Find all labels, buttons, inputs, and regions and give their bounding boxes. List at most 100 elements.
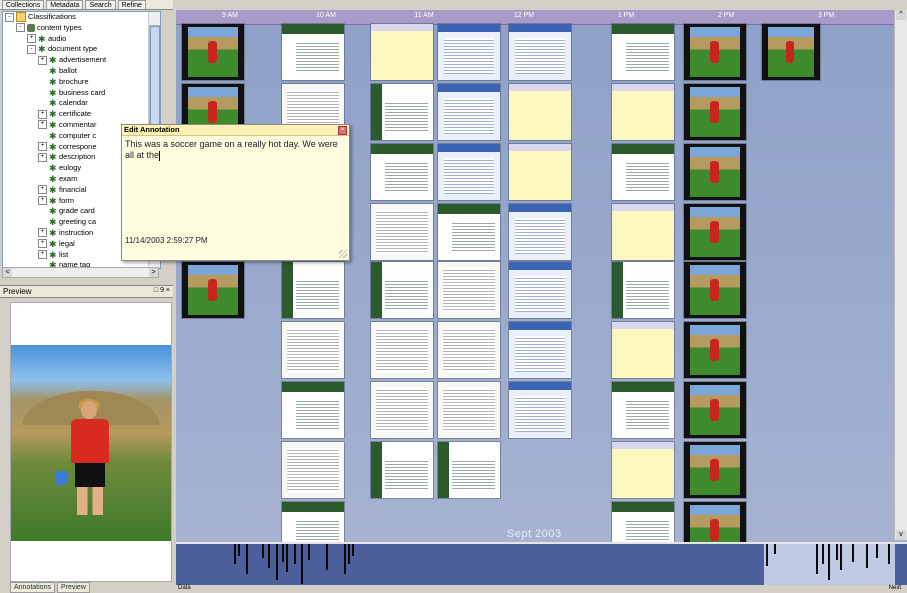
document-thumbnail[interactable]: [371, 24, 433, 80]
preview-window-controls[interactable]: □ 9 ×: [154, 287, 170, 294]
document-thumbnail[interactable]: [438, 204, 500, 260]
document-thumbnail[interactable]: [282, 322, 344, 378]
annotation-textarea[interactable]: This was a soccer game on a really hot d…: [125, 139, 339, 199]
scroll-down-icon[interactable]: v: [896, 530, 906, 540]
photo-thumbnail[interactable]: [684, 144, 746, 200]
document-thumbnail[interactable]: [438, 382, 500, 438]
expand-icon[interactable]: +: [38, 228, 47, 238]
photo-thumbnail[interactable]: [684, 84, 746, 140]
tab-metadata[interactable]: Metadata: [46, 0, 84, 9]
photo-thumbnail[interactable]: [182, 24, 244, 80]
overview-strip[interactable]: [176, 542, 907, 587]
document-thumbnail[interactable]: [438, 442, 500, 498]
document-thumbnail[interactable]: [612, 382, 674, 438]
tag-icon: ✱: [49, 238, 57, 249]
document-thumbnail[interactable]: [509, 204, 571, 260]
overview-bar: [348, 544, 350, 564]
document-thumbnail[interactable]: [282, 442, 344, 498]
overview-bar: [294, 544, 296, 564]
collapse-icon[interactable]: -: [16, 23, 25, 33]
tree-item[interactable]: ✱ ballot: [3, 66, 160, 77]
expand-icon[interactable]: +: [38, 239, 47, 249]
document-thumbnail[interactable]: [438, 24, 500, 80]
document-thumbnail[interactable]: [371, 144, 433, 200]
document-thumbnail[interactable]: [438, 144, 500, 200]
document-thumbnail[interactable]: [371, 84, 433, 140]
document-thumbnail[interactable]: [612, 24, 674, 80]
collapse-icon[interactable]: -: [27, 44, 36, 54]
tab-collections[interactable]: Collections: [2, 0, 45, 9]
timeline-scrollbar[interactable]: ^ v: [894, 10, 907, 540]
tab-search[interactable]: Search: [85, 0, 116, 9]
expand-icon[interactable]: +: [27, 34, 36, 44]
photo-thumbnail[interactable]: [684, 204, 746, 260]
document-thumbnail[interactable]: [371, 204, 433, 260]
document-thumbnail[interactable]: [612, 262, 674, 318]
expand-icon[interactable]: +: [38, 152, 47, 162]
document-thumbnail[interactable]: [612, 442, 674, 498]
tree-item[interactable]: - content types: [3, 23, 160, 34]
expand-icon[interactable]: +: [38, 142, 47, 152]
document-thumbnail[interactable]: [282, 24, 344, 80]
document-thumbnail[interactable]: [509, 144, 571, 200]
timeline-view[interactable]: 9 AM 10 AM 11 AM 12 PM 1 PM 2 PM 3 PM ^ v Sept…: [176, 0, 907, 593]
tag-icon: ✱: [49, 130, 57, 141]
expand-icon[interactable]: +: [38, 196, 47, 206]
tab-refine[interactable]: Refine: [117, 0, 146, 9]
document-thumbnail[interactable]: [509, 84, 571, 140]
expand-icon[interactable]: +: [38, 250, 47, 260]
tag-icon: ✱: [38, 33, 46, 44]
edit-annotation-dialog[interactable]: Edit Annotation × This was a soccer game…: [121, 124, 350, 261]
tree-item[interactable]: + ✱ advertisement: [3, 55, 160, 66]
document-thumbnail[interactable]: [282, 382, 344, 438]
tree-item[interactable]: ✱ brochure: [3, 77, 160, 88]
resize-grip-icon[interactable]: [339, 250, 347, 258]
photo-thumbnail[interactable]: [684, 322, 746, 378]
document-thumbnail[interactable]: [509, 262, 571, 318]
document-thumbnail[interactable]: [612, 204, 674, 260]
tree-item[interactable]: ✱ business card: [3, 88, 160, 99]
dialog-titlebar[interactable]: Edit Annotation ×: [122, 125, 349, 136]
document-thumbnail[interactable]: [438, 262, 500, 318]
photo-thumbnail[interactable]: [182, 262, 244, 318]
scroll-left-icon[interactable]: <: [3, 268, 12, 277]
tree-item[interactable]: + ✱ certificate: [3, 109, 160, 120]
tree-item-label: legal: [59, 238, 75, 248]
expand-icon[interactable]: +: [38, 109, 47, 119]
photo-thumbnail[interactable]: [684, 382, 746, 438]
overview-bar: [246, 544, 248, 574]
document-thumbnail[interactable]: [509, 24, 571, 80]
collapse-icon[interactable]: -: [5, 12, 14, 22]
document-thumbnail[interactable]: [612, 144, 674, 200]
expand-icon[interactable]: +: [38, 120, 47, 130]
document-thumbnail[interactable]: [438, 84, 500, 140]
document-thumbnail[interactable]: [612, 322, 674, 378]
expand-icon[interactable]: +: [38, 185, 47, 195]
photo-thumbnail[interactable]: [762, 24, 820, 80]
document-thumbnail[interactable]: [509, 382, 571, 438]
tree-horizontal-scrollbar[interactable]: < >: [2, 267, 159, 278]
document-thumbnail[interactable]: [438, 322, 500, 378]
scroll-right-icon[interactable]: >: [149, 268, 158, 277]
document-thumbnail[interactable]: [371, 442, 433, 498]
photo-thumbnail[interactable]: [684, 24, 746, 80]
close-icon[interactable]: ×: [338, 126, 347, 135]
document-thumbnail[interactable]: [371, 382, 433, 438]
tree-item[interactable]: - Classifications: [3, 12, 160, 23]
document-thumbnail[interactable]: [612, 84, 674, 140]
tab-preview[interactable]: Preview: [56, 582, 90, 593]
scroll-up-icon[interactable]: ^: [896, 10, 906, 20]
tree-item[interactable]: - ✱ document type: [3, 44, 160, 55]
document-thumbnail[interactable]: [371, 262, 433, 318]
tab-annotations[interactable]: Annotations: [10, 582, 55, 593]
expand-icon[interactable]: +: [38, 55, 47, 65]
photo-thumbnail[interactable]: [684, 262, 746, 318]
document-thumbnail[interactable]: [282, 262, 344, 318]
photo-thumbnail[interactable]: [684, 442, 746, 498]
status-right[interactable]: Next: [889, 585, 901, 591]
document-thumbnail[interactable]: [509, 322, 571, 378]
tree-item[interactable]: ✱ calendar: [3, 98, 160, 109]
tree-item-label: correspone: [59, 141, 97, 151]
tree-item[interactable]: + ✱ audio: [3, 34, 160, 45]
document-thumbnail[interactable]: [371, 322, 433, 378]
